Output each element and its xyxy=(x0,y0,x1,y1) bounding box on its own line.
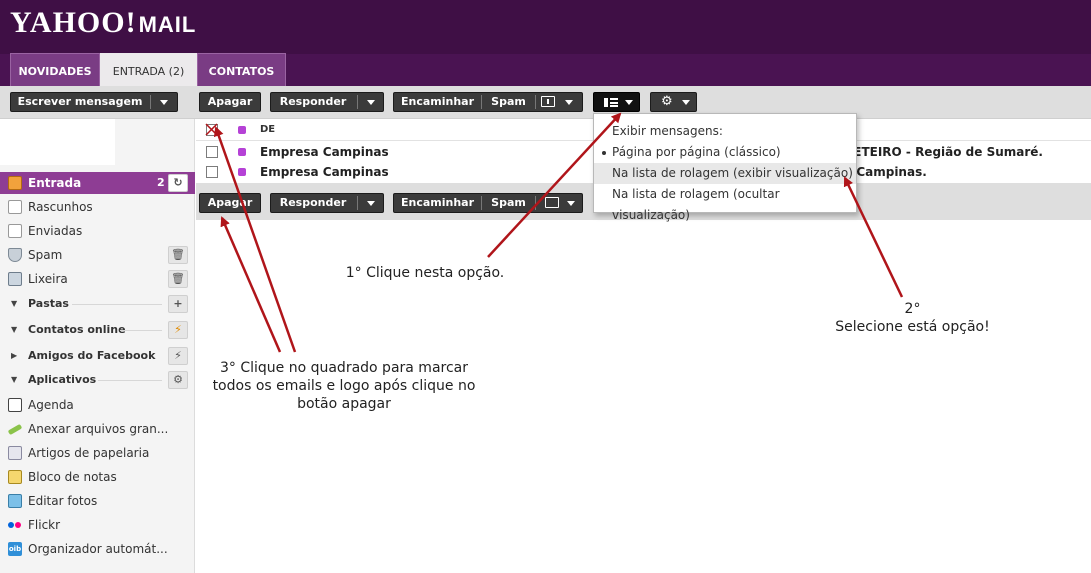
annotation-step3-line3: botão apagar xyxy=(297,396,391,412)
annotation-step3-line2: todos os emails e logo após clique no xyxy=(212,378,476,394)
annotation-arrows xyxy=(205,112,904,353)
annotation-step1: 1° Clique nesta opção. xyxy=(345,265,505,281)
annotation-step3-line1: 3° Clique no quadrado para marcar xyxy=(219,360,469,376)
arrow-step2 xyxy=(843,176,904,298)
yahoo-mail-app: YAHOO!MAIL NOVIDADES ENTRADA (2) CONTATO… xyxy=(0,0,1091,573)
arrow-step1 xyxy=(487,112,622,258)
arrow-step3-checkbox xyxy=(213,126,297,353)
annotation-step2-text: Selecione está opção! xyxy=(835,319,990,335)
annotation-step2-number: 2° xyxy=(904,301,921,317)
